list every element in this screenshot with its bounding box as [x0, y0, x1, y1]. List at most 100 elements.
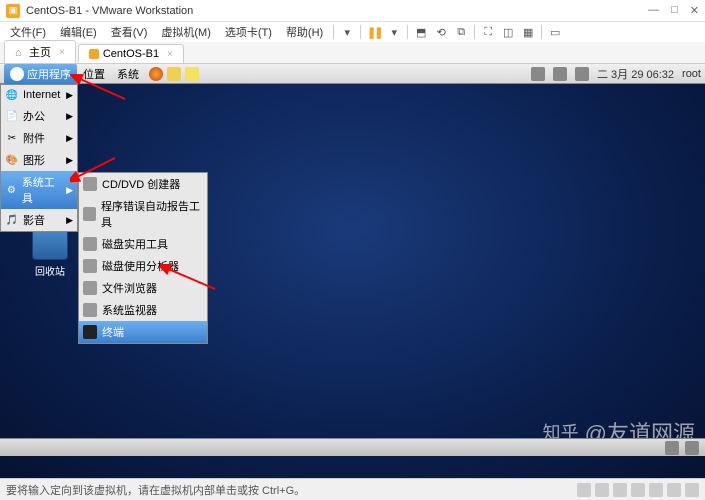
- submenu-cddvd[interactable]: CD/DVD 创建器: [79, 173, 207, 195]
- network-icon[interactable]: [553, 67, 567, 81]
- trash-applet-icon[interactable]: [685, 441, 699, 455]
- submenu-file-browser[interactable]: 文件浏览器: [79, 277, 207, 299]
- gnome-bottom-panel: [0, 438, 705, 456]
- fullscreen-button[interactable]: ⛶: [479, 23, 497, 41]
- vmware-menubar: 文件(F) 编辑(E) 查看(V) 虚拟机(M) 选项卡(T) 帮助(H) ▾ …: [0, 22, 705, 42]
- device-icon[interactable]: [649, 483, 663, 497]
- tab-close-icon[interactable]: ×: [59, 47, 65, 58]
- foot-icon: [10, 67, 24, 81]
- tab-vm[interactable]: CentOS-B1 ×: [78, 44, 184, 63]
- device-icon[interactable]: [613, 483, 627, 497]
- window-title: CentOS-B1 - VMware Workstation: [26, 5, 193, 17]
- volume-icon[interactable]: [575, 67, 589, 81]
- menu-view[interactable]: 查看(V): [105, 22, 154, 42]
- menu-vm[interactable]: 虚拟机(M): [155, 22, 217, 42]
- firefox-icon[interactable]: [149, 67, 163, 81]
- vmware-icon: ▣: [6, 4, 20, 18]
- gnome-user[interactable]: root: [682, 68, 701, 80]
- appmenu-accessories[interactable]: ✂附件▶: [1, 127, 77, 149]
- accessories-icon: ✂: [5, 131, 19, 145]
- chevron-right-icon: ▶: [66, 185, 73, 196]
- gnome-applications-menu[interactable]: 应用程序: [4, 64, 77, 84]
- chart-icon: [83, 259, 97, 273]
- pause-dropdown[interactable]: ▾: [385, 23, 403, 41]
- submenu-disk-utility[interactable]: 磁盘实用工具: [79, 233, 207, 255]
- tab-home-label: 主页: [29, 44, 51, 60]
- globe-icon: 🌐: [5, 88, 19, 102]
- vmware-statusbar: 要将输入定向到该虚拟机，请在虚拟机内部单击或按 Ctrl+G。: [0, 478, 705, 500]
- submenu-system-monitor[interactable]: 系统监视器: [79, 299, 207, 321]
- submenu-abrt[interactable]: 程序错误自动报告工具: [79, 195, 207, 233]
- appmenu-multimedia[interactable]: 🎵影音▶: [1, 209, 77, 231]
- system-tools-icon: ⚙: [5, 183, 18, 197]
- separator: [541, 25, 542, 39]
- menu-file[interactable]: 文件(F): [4, 22, 52, 42]
- folder-icon: [83, 281, 97, 295]
- menu-edit[interactable]: 编辑(E): [54, 22, 103, 42]
- office-icon: 📄: [5, 109, 19, 123]
- appmenu-system-tools[interactable]: ⚙系统工具▶: [1, 171, 77, 209]
- appmenu-internet[interactable]: 🌐Internet▶: [1, 85, 77, 105]
- gnome-clock[interactable]: 二 3月 29 06:32: [597, 66, 674, 82]
- vm-device-icons: [577, 483, 699, 497]
- maximize-button[interactable]: □: [671, 4, 678, 17]
- vmware-tabbar: ⌂ 主页 × CentOS-B1 ×: [0, 42, 705, 64]
- window-titlebar: ▣ CentOS-B1 - VMware Workstation — □ ✕: [0, 0, 705, 22]
- device-icon[interactable]: [667, 483, 681, 497]
- multimedia-icon: 🎵: [5, 213, 19, 227]
- submenu-disk-usage[interactable]: 磁盘使用分析器: [79, 255, 207, 277]
- note-icon[interactable]: [185, 67, 199, 81]
- update-icon[interactable]: [531, 67, 545, 81]
- tab-close-icon[interactable]: ×: [167, 49, 173, 60]
- manage-snapshot-button[interactable]: ⧉: [452, 23, 470, 41]
- desktop-trash[interactable]: 回收站: [28, 224, 72, 278]
- revert-button[interactable]: ⟲: [432, 23, 450, 41]
- home-icon: ⌂: [15, 47, 25, 57]
- workspace-switcher[interactable]: [665, 441, 679, 455]
- pause-button[interactable]: ❚❚: [365, 23, 383, 41]
- device-icon[interactable]: [631, 483, 645, 497]
- applications-menu-popup: 🌐Internet▶ 📄办公▶ ✂附件▶ 🎨图形▶ ⚙系统工具▶ 🎵影音▶: [0, 84, 78, 232]
- gnome-panel: 应用程序 位置 系统 二 3月 29 06:32 root: [0, 64, 705, 84]
- snapshot-button[interactable]: ⬒: [412, 23, 430, 41]
- appmenu-graphics[interactable]: 🎨图形▶: [1, 149, 77, 171]
- disc-icon: [83, 177, 97, 191]
- menu-help[interactable]: 帮助(H): [280, 22, 329, 42]
- library-button[interactable]: ▭: [546, 23, 564, 41]
- close-button[interactable]: ✕: [690, 4, 699, 17]
- thumbnail-button[interactable]: ▦: [519, 23, 537, 41]
- separator: [360, 25, 361, 39]
- device-icon[interactable]: [685, 483, 699, 497]
- graphics-icon: 🎨: [5, 153, 19, 167]
- gnome-system-label: 系统: [117, 66, 139, 82]
- power-dropdown-button[interactable]: ▾: [338, 23, 356, 41]
- chevron-right-icon: ▶: [66, 155, 73, 166]
- tab-vm-label: CentOS-B1: [103, 48, 159, 60]
- bug-icon: [83, 207, 96, 221]
- gnome-system-menu[interactable]: 系统: [111, 64, 145, 84]
- submenu-terminal[interactable]: 终端: [79, 321, 207, 343]
- terminal-icon: [83, 325, 97, 339]
- status-hint: 要将输入定向到该虚拟机，请在虚拟机内部单击或按 Ctrl+G。: [6, 482, 305, 498]
- gnome-tray: 二 3月 29 06:32 root: [531, 66, 701, 82]
- separator: [407, 25, 408, 39]
- appmenu-office[interactable]: 📄办公▶: [1, 105, 77, 127]
- minimize-button[interactable]: —: [648, 4, 659, 17]
- trash-label: 回收站: [35, 267, 65, 278]
- unity-button[interactable]: ◫: [499, 23, 517, 41]
- monitor-icon: [83, 303, 97, 317]
- gnome-places-menu[interactable]: 位置: [77, 64, 111, 84]
- device-icon[interactable]: [595, 483, 609, 497]
- separator: [333, 25, 334, 39]
- vm-icon: [89, 49, 99, 59]
- device-icon[interactable]: [577, 483, 591, 497]
- menu-tabs[interactable]: 选项卡(T): [219, 22, 278, 42]
- gnome-places-label: 位置: [83, 66, 105, 82]
- launcher-icon[interactable]: [167, 67, 181, 81]
- gnome-apps-label: 应用程序: [27, 66, 71, 82]
- chevron-right-icon: ▶: [66, 133, 73, 144]
- chevron-right-icon: ▶: [66, 111, 73, 122]
- disk-icon: [83, 237, 97, 251]
- tab-home[interactable]: ⌂ 主页 ×: [4, 40, 76, 63]
- vm-display[interactable]: 应用程序 位置 系统 二 3月 29 06:32 root 🌐Internet▶…: [0, 64, 705, 478]
